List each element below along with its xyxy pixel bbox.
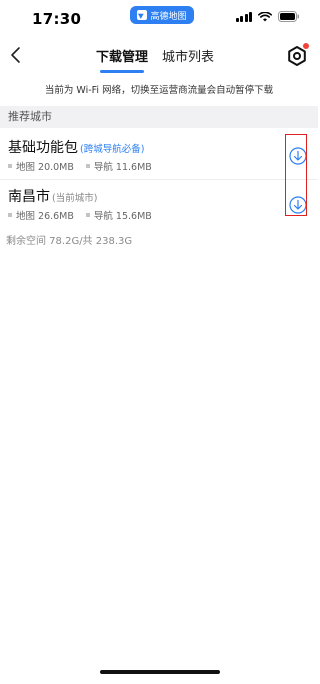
- notification-badge: [303, 43, 309, 49]
- map-size-label: 地图 20.0MB: [16, 162, 74, 173]
- download-button-basic-package[interactable]: [289, 147, 307, 165]
- city-row-basic-package[interactable]: 基础功能包 (跨城导航必备) 地图 20.0MB 导航 11.6MB: [0, 132, 318, 180]
- tab-bar: 下载管理 城市列表: [96, 46, 214, 73]
- status-bar: 17:30 高德地图: [0, 0, 318, 36]
- settings-button[interactable]: [286, 43, 309, 67]
- city-sizes: 地图 20.0MB 导航 11.6MB: [8, 159, 152, 173]
- home-indicator[interactable]: [100, 670, 220, 674]
- city-name: 基础功能包: [8, 140, 78, 156]
- battery-icon: [278, 11, 300, 22]
- section-header-recommended: 推荐城市: [0, 106, 318, 128]
- city-title: 基础功能包 (跨城导航必备): [8, 137, 144, 157]
- back-button[interactable]: [6, 44, 28, 66]
- city-sizes: 地图 26.6MB 导航 15.6MB: [8, 208, 152, 222]
- nav-size-label: 导航 15.6MB: [93, 211, 152, 222]
- header: 下载管理 城市列表: [0, 36, 318, 78]
- status-time: 17:30: [32, 10, 82, 28]
- nav-size: 导航 15.6MB: [85, 208, 152, 222]
- bullet-icon: [8, 164, 12, 168]
- map-size: 地图 26.6MB: [8, 208, 74, 222]
- download-circle-icon: [289, 147, 307, 165]
- download-button-nanchang[interactable]: [289, 196, 307, 214]
- city-tag: (当前城市): [52, 193, 98, 204]
- tab-city-list[interactable]: 城市列表: [162, 46, 214, 73]
- nav-size: 导航 11.6MB: [85, 159, 152, 173]
- wifi-icon: [258, 11, 272, 22]
- cellular-signal-icon: [235, 11, 252, 22]
- download-circle-icon: [289, 196, 307, 214]
- chevron-left-icon: [11, 47, 20, 63]
- city-row-nanchang[interactable]: 南昌市 (当前城市) 地图 26.6MB 导航 15.6MB: [0, 181, 318, 229]
- city-title: 南昌市 (当前城市): [8, 186, 97, 206]
- city-name: 南昌市: [8, 189, 50, 205]
- map-size: 地图 20.0MB: [8, 159, 74, 173]
- app-pill-label: 高德地图: [150, 11, 187, 22]
- navigation-arrow-icon: [137, 10, 148, 20]
- wifi-notice: 当前为 Wi-Fi 网络，切换至运营商流量会自动暂停下载: [44, 85, 274, 96]
- map-size-label: 地图 26.6MB: [16, 211, 74, 222]
- nav-size-label: 导航 11.6MB: [93, 162, 152, 173]
- bullet-icon: [85, 213, 90, 217]
- storage-info: 剩余空间 78.2G/共 238.3G: [6, 236, 133, 247]
- bullet-icon: [8, 213, 12, 217]
- app-indicator-pill[interactable]: 高德地图: [130, 6, 194, 24]
- app-screen: 17:30 高德地图 下载管理 城市列表 当前为 Wi-Fi 网络，切换至运营商…: [0, 0, 318, 684]
- tab-download-management[interactable]: 下载管理: [96, 46, 148, 73]
- bullet-icon: [85, 164, 90, 168]
- status-indicators: [235, 11, 301, 22]
- city-tag: (跨城导航必备): [80, 144, 145, 155]
